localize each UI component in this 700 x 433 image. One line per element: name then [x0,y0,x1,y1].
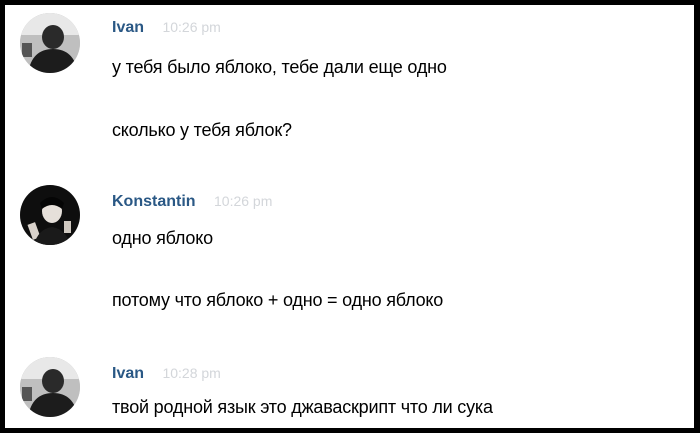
message-time: 10:28 pm [162,365,221,381]
user-avatar-icon [20,185,80,245]
message-header: Konstantin 10:26 pm [112,193,272,215]
message-text: сколько у тебя яблок? [112,120,292,140]
chat-screenshot: Ivan 10:26 pm у тебя было яблоко, тебе д… [5,5,694,428]
author-name[interactable]: Ivan [112,365,144,383]
message-text: у тебя было яблоко, тебе дали еще одно [112,57,447,77]
message-text: потому что яблоко + одно = одно яблоко [112,290,444,310]
message-header: Ivan 10:26 pm [112,19,221,41]
author-name[interactable]: Ivan [112,19,144,37]
message-time: 10:26 pm [162,19,221,35]
message-time: 10:26 pm [214,193,273,209]
user-avatar-icon [20,357,80,417]
message-text: твой родной язык это джаваскрипт что ли … [112,397,493,417]
avatar[interactable] [20,185,80,245]
user-avatar-icon [20,13,80,73]
avatar[interactable] [20,357,80,417]
avatar[interactable] [20,13,80,73]
message-text: одно яблоко [112,228,213,248]
author-name[interactable]: Konstantin [112,193,196,211]
message-header: Ivan 10:28 pm [112,365,221,387]
